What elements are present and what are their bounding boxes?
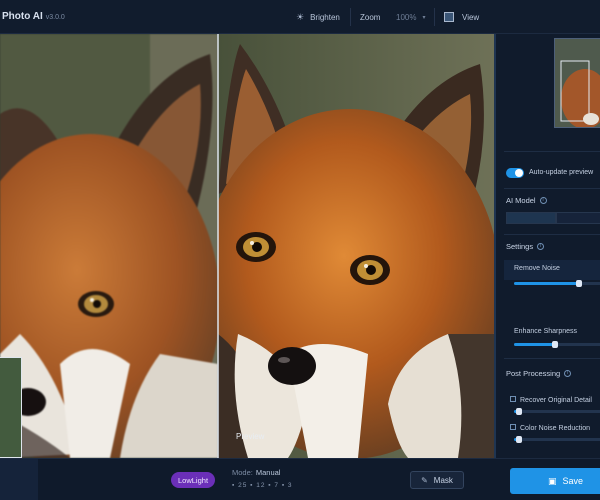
checkbox[interactable] — [510, 396, 516, 402]
ai-model-selector[interactable] — [506, 212, 600, 224]
recover-detail-slider[interactable] — [514, 408, 600, 415]
comparison-divider[interactable] — [217, 34, 219, 458]
slider-knob[interactable] — [551, 341, 558, 348]
enhance-sharpness-label: Enhance Sharpness — [514, 328, 578, 335]
save-button[interactable]: ▣ Save — [510, 468, 600, 494]
toolbar-divider — [434, 8, 435, 26]
top-toolbar: Photo AI v3.0.0 ☀ Brighten Zoom 100% ▾ Vi… — [0, 0, 600, 34]
toolbar-divider — [350, 8, 351, 26]
mode-prefix: Mode: — [232, 468, 253, 477]
recover-detail-label: Recover Original Detail — [520, 397, 592, 404]
post-processing-heading: Post Processing i — [506, 369, 572, 378]
chevron-down-icon: ▾ — [422, 14, 426, 21]
mode-value: Manual — [255, 468, 281, 477]
info-icon[interactable]: i — [537, 243, 545, 250]
app-name: Photo AI — [2, 11, 43, 22]
ai-model-label: AI Model — [506, 196, 536, 205]
mask-button[interactable]: ✎ Mask — [410, 471, 464, 489]
brush-icon: ✎ — [421, 475, 428, 485]
view-label: View — [462, 12, 480, 22]
auto-update-toggle[interactable] — [506, 168, 524, 178]
brighten-label: Brighten — [310, 12, 340, 22]
zoom-percent: 100% — [396, 12, 417, 22]
panel-divider — [504, 234, 600, 235]
fox-original-illustration — [0, 34, 218, 458]
brighten-icon: ☀ — [296, 11, 305, 22]
slider-knob[interactable] — [515, 408, 522, 415]
preview-label: Preview — [236, 432, 265, 441]
info-icon[interactable]: i — [564, 370, 572, 377]
color-noise-slider[interactable] — [514, 436, 600, 443]
brighten-button[interactable]: ☀ Brighten — [296, 10, 340, 24]
image-preview[interactable]: Preview — [0, 34, 494, 458]
remove-noise-label: Remove Noise — [514, 265, 560, 272]
view-button[interactable]: View — [444, 10, 479, 24]
fox-thumbnail — [555, 39, 600, 127]
checkbox[interactable] — [510, 424, 516, 430]
settings-heading: Settings i — [506, 242, 545, 251]
fox-processed-illustration — [218, 34, 494, 458]
panel-divider — [504, 188, 600, 189]
settings-label: Settings — [506, 242, 534, 251]
bottom-left-panel — [0, 459, 38, 500]
color-noise-row[interactable]: Color Noise Reduction — [510, 424, 590, 432]
zoom-button[interactable]: Zoom — [360, 10, 380, 24]
ai-model-heading: AI Model i — [506, 196, 547, 205]
recover-detail-row[interactable]: Recover Original Detail — [510, 396, 592, 404]
app-title: Photo AI v3.0.0 — [2, 11, 65, 22]
mode-values: ▪ 25 ▪ 12 ▪ 7 ▪ 3 — [232, 482, 293, 489]
zoom-value[interactable]: 100% ▾ — [396, 10, 425, 24]
processed-image — [218, 34, 494, 458]
info-icon[interactable]: i — [539, 197, 547, 204]
panel-divider — [504, 358, 600, 359]
save-label: Save — [562, 476, 584, 486]
mask-label: Mask — [433, 475, 453, 485]
slider-knob[interactable] — [575, 280, 582, 287]
model-option[interactable] — [506, 212, 556, 224]
navigator-thumbnail[interactable] — [554, 38, 600, 128]
navigator-frame[interactable] — [0, 357, 22, 458]
mode-indicator: Mode: Manual — [232, 468, 280, 477]
remove-noise-slider[interactable] — [514, 280, 600, 287]
panel-divider — [504, 151, 600, 152]
slider-knob[interactable] — [515, 436, 522, 443]
slider-fill — [514, 282, 579, 285]
original-image — [0, 34, 218, 458]
slider-fill — [514, 343, 555, 346]
bottom-bar: LowLight Mode: Manual ▪ 25 ▪ 12 ▪ 7 ▪ 3 ✎… — [0, 458, 600, 500]
enhance-sharpness-slider[interactable] — [514, 341, 600, 348]
split-view-icon — [444, 12, 454, 22]
lowlight-badge[interactable]: LowLight — [171, 472, 216, 488]
model-option[interactable] — [556, 212, 600, 224]
save-icon: ▣ — [548, 475, 557, 486]
color-noise-label: Color Noise Reduction — [520, 425, 591, 432]
auto-update-label: Auto-update preview — [529, 169, 594, 176]
post-processing-label: Post Processing — [506, 369, 561, 378]
zoom-label: Zoom — [360, 12, 381, 22]
app-version: v3.0.0 — [45, 14, 65, 21]
settings-panel: Auto-update preview AI Model i Settings … — [494, 34, 600, 458]
